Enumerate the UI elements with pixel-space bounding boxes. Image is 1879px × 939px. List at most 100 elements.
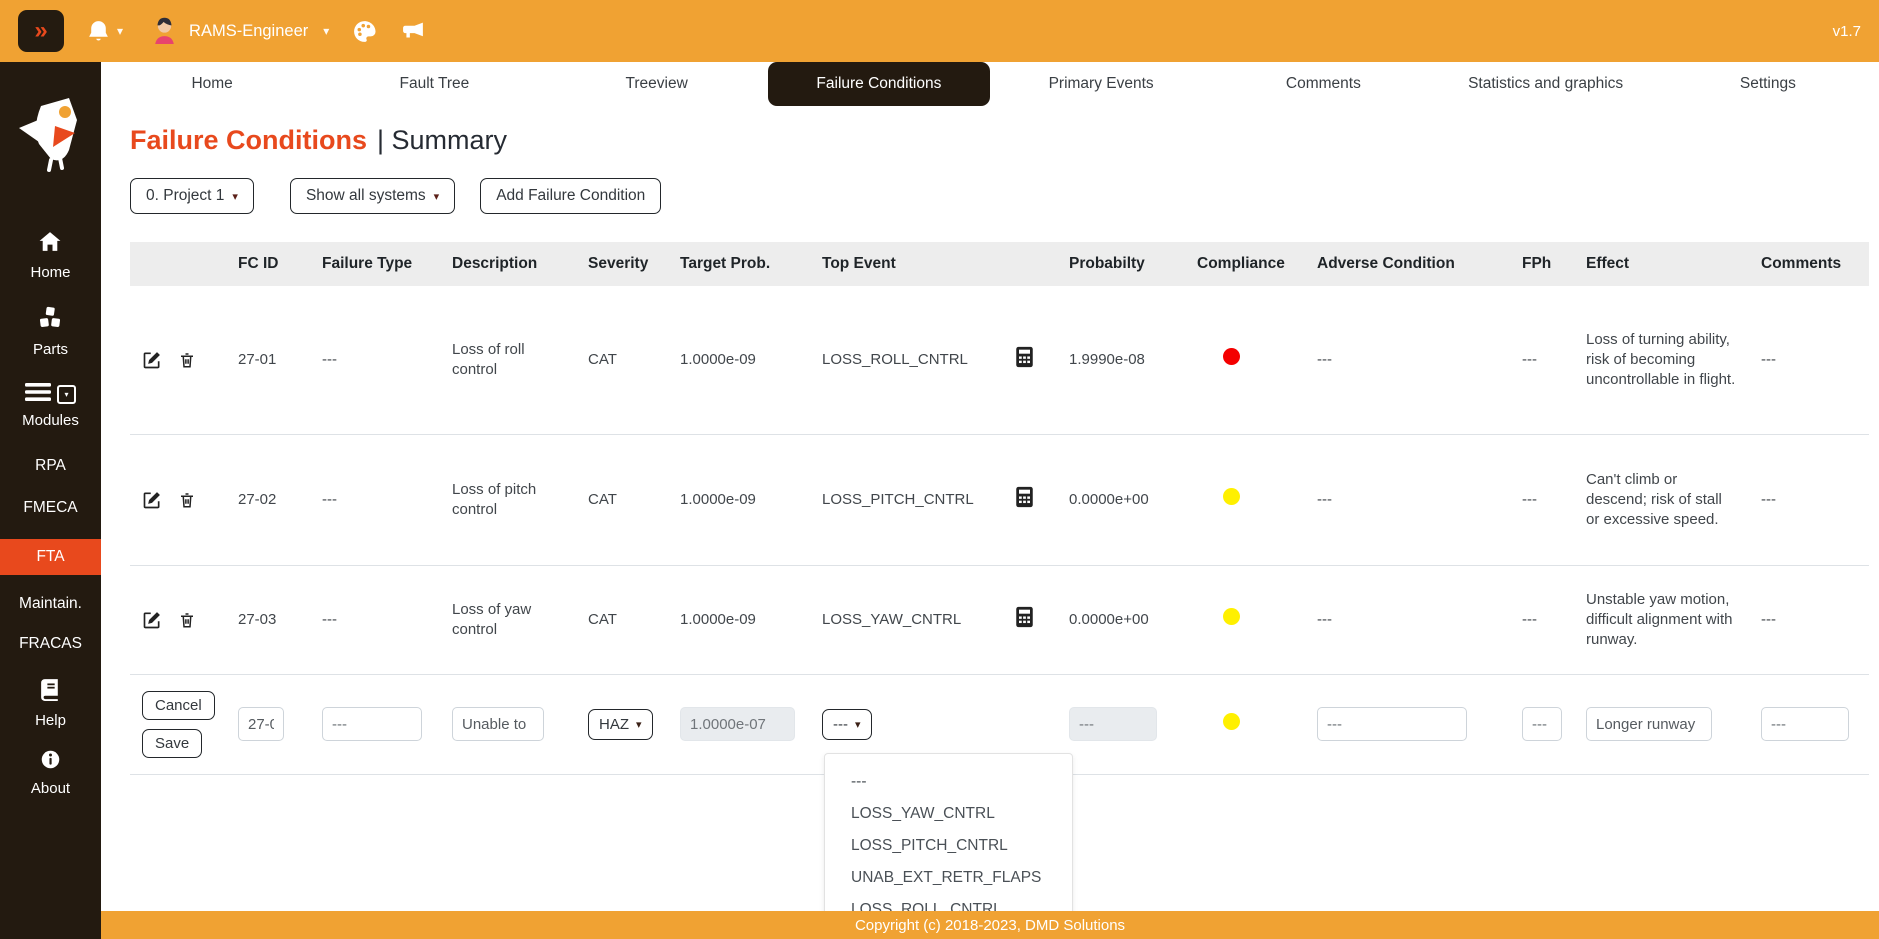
add-failure-condition-button[interactable]: Add Failure Condition bbox=[480, 178, 661, 214]
systems-filter-label: Show all systems bbox=[306, 187, 426, 205]
caret-down-icon: ▾ bbox=[636, 718, 642, 731]
top-event-dropdown-menu: --- LOSS_YAW_CNTRL LOSS_PITCH_CNTRL UNAB… bbox=[824, 753, 1073, 937]
sidebar-collapse-button[interactable]: » bbox=[18, 10, 64, 52]
delete-row-icon[interactable] bbox=[178, 610, 196, 630]
cell-severity: CAT bbox=[576, 434, 668, 565]
tab-statistics[interactable]: Statistics and graphics bbox=[1435, 62, 1657, 106]
info-icon bbox=[40, 749, 61, 775]
project-select-button[interactable]: 0. Project 1 ▾ bbox=[130, 178, 254, 214]
systems-filter-button[interactable]: Show all systems ▾ bbox=[290, 178, 455, 214]
sidebar-item-fracas[interactable]: FRACAS bbox=[19, 635, 82, 653]
table-row: 27-02 --- Loss of pitch control CAT 1.00… bbox=[130, 434, 1869, 565]
dropdown-option[interactable]: LOSS_PITCH_CNTRL bbox=[825, 830, 1072, 862]
fph-input[interactable] bbox=[1522, 707, 1562, 741]
sidebar-item-label: Parts bbox=[33, 341, 68, 358]
failure-type-input[interactable] bbox=[322, 707, 422, 741]
project-select-label: 0. Project 1 bbox=[146, 187, 224, 205]
save-button[interactable]: Save bbox=[142, 729, 202, 758]
sidebar-item-home[interactable]: Home bbox=[30, 229, 70, 281]
copyright-text: Copyright (c) 2018-2023, DMD Solutions bbox=[855, 917, 1125, 934]
calculator-icon[interactable] bbox=[1015, 495, 1034, 512]
edit-row-icon[interactable] bbox=[142, 490, 162, 510]
dropdown-option[interactable]: LOSS_YAW_CNTRL bbox=[825, 798, 1072, 830]
announcements-megaphone-icon[interactable] bbox=[400, 19, 427, 44]
severity-select-button[interactable]: HAZ ▾ bbox=[588, 709, 653, 740]
header-failure-type: Failure Type bbox=[310, 242, 440, 286]
probability-input-disabled bbox=[1069, 707, 1157, 741]
delete-row-icon[interactable] bbox=[178, 490, 196, 510]
cell-probability: 0.0000e+00 bbox=[1057, 434, 1185, 565]
notifications-bell-icon[interactable] bbox=[86, 18, 111, 45]
sidebar-item-fta-active[interactable]: FTA bbox=[0, 539, 101, 575]
tab-treeview[interactable]: Treeview bbox=[546, 62, 768, 106]
calculator-icon[interactable] bbox=[1015, 355, 1034, 372]
sidebar-item-modules[interactable]: ▾ Modules bbox=[22, 382, 79, 429]
delete-row-icon[interactable] bbox=[178, 350, 196, 370]
sidebar-item-fmeca[interactable]: FMECA bbox=[23, 499, 77, 517]
tab-fault-tree[interactable]: Fault Tree bbox=[323, 62, 545, 106]
calculator-icon[interactable] bbox=[1015, 615, 1034, 632]
tab-home[interactable]: Home bbox=[101, 62, 323, 106]
compliance-status-yellow bbox=[1223, 608, 1240, 625]
cell-failure-type: --- bbox=[310, 565, 440, 674]
cell-fc-id: 27-02 bbox=[226, 434, 310, 565]
cell-failure-type: --- bbox=[310, 434, 440, 565]
cell-severity: CAT bbox=[576, 286, 668, 434]
cell-comments: --- bbox=[1749, 565, 1869, 674]
compliance-status-yellow bbox=[1223, 713, 1240, 730]
comments-input[interactable] bbox=[1761, 707, 1849, 741]
tab-failure-conditions[interactable]: Failure Conditions bbox=[768, 62, 990, 106]
tab-comments[interactable]: Comments bbox=[1212, 62, 1434, 106]
description-input[interactable] bbox=[452, 707, 544, 741]
cell-target-prob: 1.0000e-09 bbox=[668, 286, 810, 434]
topbar: » ▾ RAMS-Engineer ▾ v1.7 bbox=[0, 0, 1879, 62]
edit-row-icon[interactable] bbox=[142, 610, 162, 630]
cell-target-prob: 1.0000e-09 bbox=[668, 565, 810, 674]
footer: Copyright (c) 2018-2023, DMD Solutions bbox=[101, 911, 1879, 939]
cell-fph: --- bbox=[1510, 286, 1574, 434]
effect-input[interactable] bbox=[1586, 707, 1712, 741]
cell-top-event: LOSS_YAW_CNTRL bbox=[810, 565, 1015, 674]
sidebar-item-maintain[interactable]: Maintain. bbox=[19, 595, 82, 613]
dropdown-option[interactable]: UNAB_EXT_RETR_FLAPS bbox=[825, 862, 1072, 894]
page-title-main: Failure Conditions bbox=[130, 125, 367, 155]
dropdown-option[interactable]: --- bbox=[825, 766, 1072, 798]
severity-select-value: HAZ bbox=[599, 716, 629, 733]
parts-cubes-icon bbox=[36, 305, 64, 336]
modules-dropdown-icon[interactable]: ▾ bbox=[57, 385, 76, 404]
page-title-subtitle: | Summary bbox=[377, 125, 507, 155]
tab-primary-events[interactable]: Primary Events bbox=[990, 62, 1212, 106]
table-row: 27-01 --- Loss of roll control CAT 1.000… bbox=[130, 286, 1869, 434]
cell-probability: 1.9990e-08 bbox=[1057, 286, 1185, 434]
top-event-select-button[interactable]: --- ▾ bbox=[822, 709, 872, 740]
cell-effect: Unstable yaw motion, difficult alignment… bbox=[1574, 565, 1749, 674]
user-menu[interactable]: RAMS-Engineer ▾ bbox=[149, 13, 329, 49]
tab-settings[interactable]: Settings bbox=[1657, 62, 1879, 106]
caret-down-icon: ▾ bbox=[232, 190, 238, 203]
header-top-event: Top Event bbox=[810, 242, 1015, 286]
cell-fph: --- bbox=[1510, 565, 1574, 674]
table-row: 27-03 --- Loss of yaw control CAT 1.0000… bbox=[130, 565, 1869, 674]
top-event-select-value: --- bbox=[833, 716, 848, 733]
cell-adverse: --- bbox=[1305, 286, 1510, 434]
cell-description: Loss of roll control bbox=[440, 286, 576, 434]
header-fph: FPh bbox=[1510, 242, 1574, 286]
edit-row-icon[interactable] bbox=[142, 350, 162, 370]
cell-target-prob: 1.0000e-09 bbox=[668, 434, 810, 565]
caret-down-icon: ▾ bbox=[434, 190, 440, 203]
notifications-caret-icon[interactable]: ▾ bbox=[117, 24, 123, 38]
fc-id-input[interactable] bbox=[238, 707, 284, 741]
sidebar-item-about[interactable]: About bbox=[31, 749, 70, 797]
header-actions bbox=[130, 242, 226, 286]
sidebar-item-rpa[interactable]: RPA bbox=[35, 457, 66, 475]
sidebar-item-label: Help bbox=[35, 712, 66, 729]
table-header-row: FC ID Failure Type Description Severity … bbox=[130, 242, 1869, 286]
cell-fph: --- bbox=[1510, 434, 1574, 565]
cancel-button[interactable]: Cancel bbox=[142, 691, 215, 720]
header-adverse-condition: Adverse Condition bbox=[1305, 242, 1510, 286]
cell-severity: CAT bbox=[576, 565, 668, 674]
theme-palette-icon[interactable] bbox=[351, 19, 378, 44]
sidebar-item-help[interactable]: Help bbox=[35, 677, 66, 729]
sidebar-item-parts[interactable]: Parts bbox=[33, 305, 68, 358]
adverse-condition-input[interactable] bbox=[1317, 707, 1467, 741]
